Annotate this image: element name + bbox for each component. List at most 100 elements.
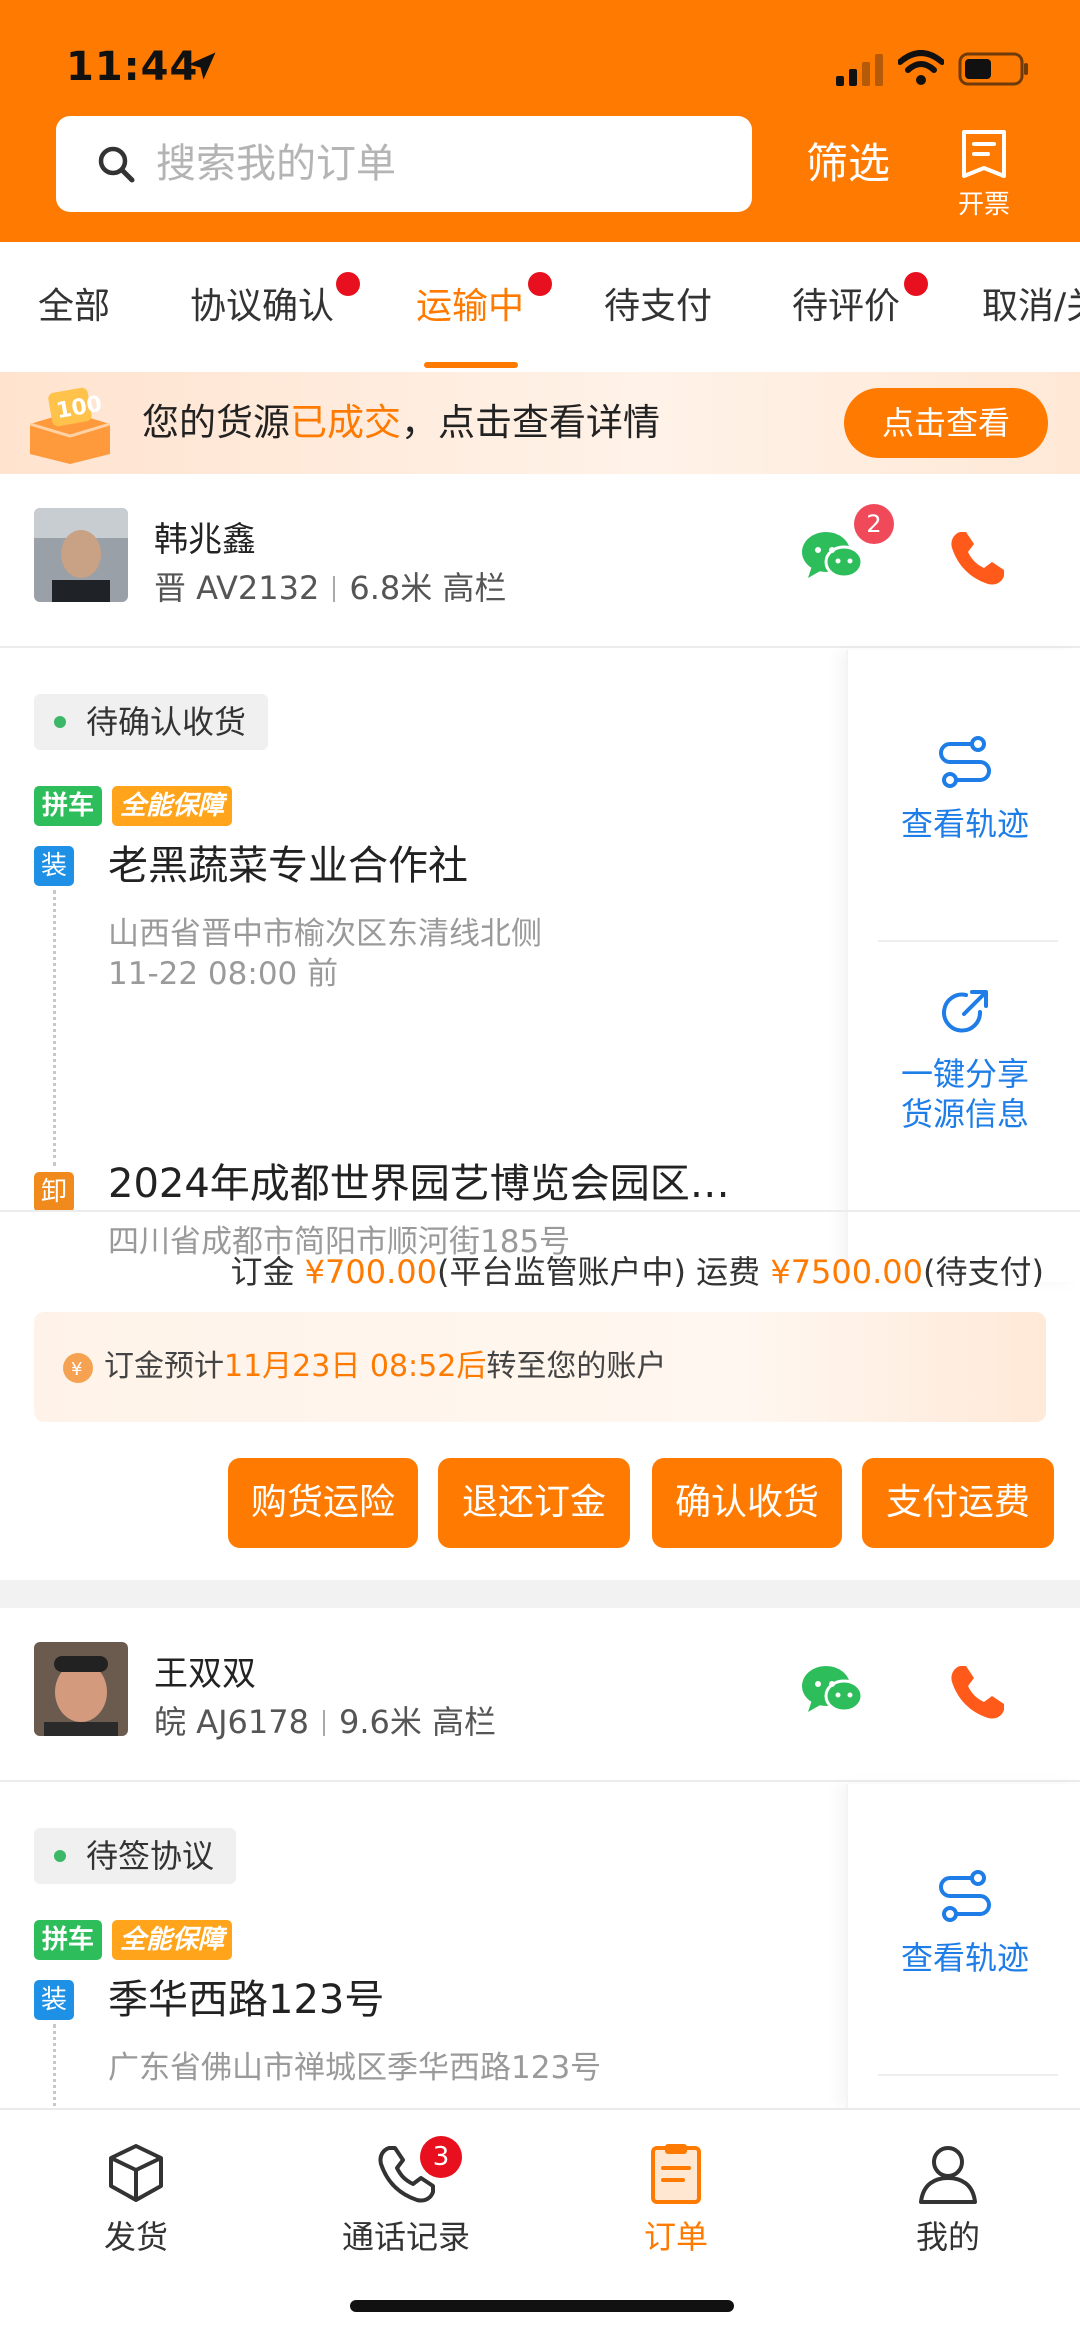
active-tab-indicator <box>424 362 518 368</box>
order-status-chip: 待确认收货 <box>34 694 269 750</box>
tab-pending-payment[interactable]: 待支付 <box>604 284 712 330</box>
nav-call-log[interactable]: 通话记录 3 <box>306 2136 506 2258</box>
person-icon <box>919 2146 977 2204</box>
side-actions: 查看轨迹 <box>846 1784 1080 2108</box>
status-dot <box>54 716 66 728</box>
banner-text-before: 您的货源 <box>142 401 290 444</box>
deposit-notice: ¥ 订金预计11月23日 08:52后转至您的账户 <box>34 1312 1046 1422</box>
unload-place-title: 2024年成都世界园艺博览会园区… <box>108 1161 730 1207</box>
vehicle-spec: 6.8米 高栏 <box>349 569 507 607</box>
nav-orders-label: 订单 <box>643 2218 708 2256</box>
freight-amount: ¥7500.00 <box>770 1253 924 1291</box>
driver-row[interactable]: 王双双 皖 AJ6178 9.6米 高栏 <box>0 1608 1080 1782</box>
tab-all[interactable]: 全部 <box>38 284 110 330</box>
order-tags: 拼车 全能保障 <box>34 786 242 828</box>
nav-me[interactable]: 我的 <box>848 2140 1048 2258</box>
tab-pending-review-dot <box>904 272 928 296</box>
invoice-icon <box>962 130 1006 178</box>
carpool-tag: 拼车 <box>34 786 103 826</box>
share-icon <box>942 990 988 1033</box>
box-icon <box>109 2144 163 2202</box>
banner-text-highlight: 已成交 <box>290 401 401 444</box>
tab-agreement-dot <box>336 272 360 296</box>
chat-unread-badge: 2 <box>854 504 894 544</box>
load-time: 11-22 08:00 前 <box>108 956 339 992</box>
guarantee-tag: 全能保障 <box>112 786 233 826</box>
nav-call-log-label: 通话记录 <box>341 2218 470 2256</box>
confirm-receipt-button[interactable]: 确认收货 <box>652 1458 842 1548</box>
phone-icon[interactable] <box>946 1660 1010 1724</box>
load-place-title: 季华西路123号 <box>108 1977 385 2023</box>
svg-text:¥: ¥ <box>71 1359 82 1380</box>
cellular-signal-icon <box>836 54 883 86</box>
tab-pending-review[interactable]: 待评价 <box>792 284 900 330</box>
order-status-tabs: 全部 协议确认 运输中 待支付 待评价 取消/关 <box>0 242 1080 372</box>
tab-cancelled[interactable]: 取消/关 <box>982 284 1080 330</box>
filter-button[interactable]: 筛选 <box>806 136 890 192</box>
banner-text-after: ，点击查看详情 <box>401 401 660 444</box>
freight-label: 运费 <box>696 1253 761 1291</box>
fee-section: 订金 ¥700.00(平台监管账户中) 运费 ¥7500.00(待支付) ¥ 订… <box>0 1210 1080 1580</box>
tab-agreement[interactable]: 协议确认 <box>190 284 334 330</box>
order-status-chip: 待签协议 <box>34 1828 237 1884</box>
view-track-label: 查看轨迹 <box>900 805 1029 843</box>
clipboard-icon <box>651 2144 701 2204</box>
header: 11:44 搜索我的订单 筛选 开票 <box>0 0 1080 242</box>
plate-number: 晋 AV2132 <box>154 569 320 607</box>
invoice-button[interactable]: 开票 <box>950 122 1018 222</box>
notice-time: 11月23日 08:52后 <box>224 1349 487 1384</box>
status-time: 11:44 <box>66 44 199 90</box>
pay-freight-button[interactable]: 支付运费 <box>862 1458 1054 1548</box>
home-indicator <box>350 2300 734 2312</box>
battery-icon <box>958 52 1028 86</box>
nav-orders[interactable]: 订单 <box>576 2140 776 2258</box>
view-details-button[interactable]: 点击查看 <box>844 388 1048 458</box>
coin-icon: ¥ <box>63 1353 93 1383</box>
load-place-title: 老黑蔬菜专业合作社 <box>108 843 468 889</box>
share-cargo-button[interactable]: 一键分享 货源信息 <box>848 982 1080 1134</box>
load-marker: 装 <box>34 1980 74 2020</box>
location-arrow-icon <box>188 52 216 80</box>
search-icon <box>98 146 135 183</box>
deal-banner[interactable]: 100 您的货源已成交，点击查看详情 点击查看 <box>0 372 1080 474</box>
route-line <box>53 890 56 1166</box>
phone-icon[interactable] <box>946 526 1010 590</box>
status-dot <box>54 1850 66 1862</box>
wechat-chat-icon[interactable] <box>800 526 864 586</box>
order-tags: 拼车 全能保障 <box>34 1920 242 1962</box>
refund-deposit-button[interactable]: 退还订金 <box>438 1458 630 1548</box>
wechat-chat-icon[interactable] <box>800 1660 864 1720</box>
order-card: 韩兆鑫 晋 AV2132 6.8米 高栏 2 待确认收货 拼车 全能保障 装 老… <box>0 474 1080 1580</box>
freight-note: (待支付) <box>923 1253 1044 1291</box>
route-track-icon <box>939 1870 991 1922</box>
wifi-icon <box>898 50 944 85</box>
load-address: 山西省晋中市榆次区东清线北侧 <box>108 916 542 952</box>
invoice-label: 开票 <box>957 190 1010 220</box>
call-log-badge: 3 <box>420 2136 462 2178</box>
search-input[interactable]: 搜索我的订单 <box>56 116 752 212</box>
notice-suffix: 转至您的账户 <box>486 1349 667 1384</box>
share-label-line2: 货源信息 <box>900 1095 1029 1133</box>
route-track-icon <box>939 736 991 788</box>
order-route[interactable]: 待签协议 拼车 全能保障 装 季华西路123号 广东省佛山市禅城区季华西路123号… <box>0 1784 1080 2114</box>
avatar <box>34 1642 128 1736</box>
nav-me-label: 我的 <box>915 2218 980 2256</box>
tab-in-transit[interactable]: 运输中 <box>416 284 524 330</box>
vehicle-info: 皖 AJ6178 9.6米 高栏 <box>154 1700 496 1744</box>
view-track-button[interactable]: 查看轨迹 <box>848 1866 1080 1978</box>
driver-row[interactable]: 韩兆鑫 晋 AV2132 6.8米 高栏 2 <box>0 474 1080 648</box>
divider <box>333 576 336 602</box>
side-divider <box>878 2074 1058 2076</box>
view-track-button[interactable]: 查看轨迹 <box>848 732 1080 844</box>
guarantee-tag: 全能保障 <box>112 1920 233 1960</box>
order-route[interactable]: 待确认收货 拼车 全能保障 装 老黑蔬菜专业合作社 山西省晋中市榆次区东清线北侧 … <box>0 650 1080 1282</box>
nav-ship[interactable]: 发货 <box>36 2140 236 2258</box>
nav-ship-label: 发货 <box>103 2218 168 2256</box>
driver-name: 韩兆鑫 <box>154 520 256 560</box>
unload-marker: 卸 <box>34 1172 74 1212</box>
trophy-box-icon: 100 <box>29 387 111 464</box>
buy-insurance-button[interactable]: 购货运险 <box>228 1458 418 1548</box>
action-buttons: 购货运险 退还订金 确认收货 支付运费 <box>0 1458 1080 1548</box>
order-list-screen: 11:44 搜索我的订单 筛选 开票 全部 协议确认 运输中 待支付 待评价 取… <box>0 0 1080 2338</box>
deposit-amount: ¥700.00 <box>304 1253 437 1291</box>
